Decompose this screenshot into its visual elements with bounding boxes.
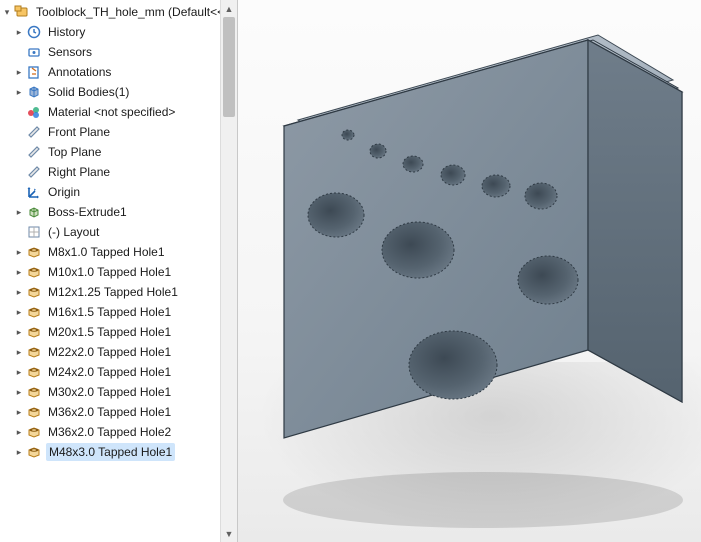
tree-item[interactable]: ▸Origin [2,182,237,202]
expand-icon[interactable]: ▸ [14,67,24,77]
expand-icon[interactable]: ▸ [14,287,24,297]
tree-root-item[interactable]: ▾ Toolblock_TH_hole_mm (Default<<Defa [2,2,237,22]
tree-item[interactable]: ▸Right Plane [2,162,237,182]
tree-item-label: M24x2.0 Tapped Hole1 [48,364,171,380]
tree-item-label: M12x1.25 Tapped Hole1 [48,284,178,300]
expand-icon[interactable]: ▸ [14,87,24,97]
tree-item-label: M16x1.5 Tapped Hole1 [48,304,171,320]
feature-tree-panel: ▾ Toolblock_TH_hole_mm (Default<<Defa ▸ H… [0,0,238,542]
material-icon [26,104,42,120]
tree-item[interactable]: ▸Front Plane [2,122,237,142]
solidbody-icon [26,84,42,100]
tree-item-label: M48x3.0 Tapped Hole1 [49,444,172,460]
scroll-down-icon[interactable]: ▼ [221,525,237,542]
tree-item[interactable]: ▸ Annotations [2,62,237,82]
hole-icon [26,244,42,260]
tree-item-label: M36x2.0 Tapped Hole1 [48,404,171,420]
expand-icon[interactable]: ▸ [14,427,24,437]
tree-root-label: Toolblock_TH_hole_mm (Default<<Defa [36,4,238,20]
expand-icon[interactable]: ▸ [14,347,24,357]
tree-item[interactable]: ▸Sensors [2,42,237,62]
sketch-icon [26,224,42,240]
tree-item[interactable]: ▸ M10x1.0 Tapped Hole1 [2,262,237,282]
tree-item[interactable]: ▸(-) Layout [2,222,237,242]
tree-item-label: (-) Layout [48,224,99,240]
tree-item-label: Annotations [48,64,111,80]
annot-icon [26,64,42,80]
tree-item[interactable]: ▸ Boss-Extrude1 [2,202,237,222]
tree-item[interactable]: ▸Top Plane [2,142,237,162]
tree-item-label: Material <not specified> [48,104,175,120]
expand-icon[interactable]: ▸ [14,207,24,217]
tree-item-label: History [48,24,85,40]
tree-item-label: Solid Bodies(1) [48,84,129,100]
expand-icon[interactable]: ▸ [14,27,24,37]
expand-icon[interactable]: ▸ [14,307,24,317]
tree-item-label: M36x2.0 Tapped Hole2 [48,424,171,440]
scroll-thumb[interactable] [223,17,235,117]
tree-item[interactable]: ▸ M24x2.0 Tapped Hole1 [2,362,237,382]
model-viewport[interactable] [238,0,701,542]
tree-item[interactable]: ▸ M16x1.5 Tapped Hole1 [2,302,237,322]
tree-item[interactable]: ▸ History [2,22,237,42]
history-icon [26,24,42,40]
hole-icon [26,324,42,340]
tree-item-label: Boss-Extrude1 [48,204,127,220]
hole-icon [26,304,42,320]
tree-item-label: Right Plane [48,164,110,180]
expand-icon[interactable]: ▸ [14,247,24,257]
origin-icon [26,184,42,200]
tree-item-label: M22x2.0 Tapped Hole1 [48,344,171,360]
plane-icon [26,164,42,180]
tree-item-label: M20x1.5 Tapped Hole1 [48,324,171,340]
tree-item[interactable]: ▸ M48x3.0 Tapped Hole1 [2,442,237,462]
extrude-icon [26,204,42,220]
collapse-icon[interactable]: ▾ [2,7,12,17]
expand-icon[interactable]: ▸ [14,267,24,277]
tree-item-label: M10x1.0 Tapped Hole1 [48,264,171,280]
hole-icon [26,364,42,380]
tree-item-label: Front Plane [48,124,110,140]
tree-item-label: M8x1.0 Tapped Hole1 [48,244,165,260]
tree-item[interactable]: ▸ M36x2.0 Tapped Hole2 [2,422,237,442]
hole-icon [26,384,42,400]
expand-icon[interactable]: ▸ [14,367,24,377]
tree-item[interactable]: ▸ M12x1.25 Tapped Hole1 [2,282,237,302]
plane-icon [26,144,42,160]
tree-item[interactable]: ▸ Solid Bodies(1) [2,82,237,102]
tree-item[interactable]: ▸Material <not specified> [2,102,237,122]
hole-icon [26,424,42,440]
expand-icon[interactable]: ▸ [14,407,24,417]
expand-icon[interactable]: ▸ [14,387,24,397]
expand-icon[interactable]: ▸ [14,327,24,337]
tree-item[interactable]: ▸ M36x2.0 Tapped Hole1 [2,402,237,422]
tree-scrollbar[interactable]: ▲ ▼ [220,0,237,542]
tree-item-label: Origin [48,184,80,200]
tree-item-label: Top Plane [48,144,101,160]
hole-icon [26,264,42,280]
scroll-up-icon[interactable]: ▲ [221,0,237,17]
tree-item[interactable]: ▸ M20x1.5 Tapped Hole1 [2,322,237,342]
hole-icon [26,404,42,420]
hole-icon [26,284,42,300]
sensors-icon [26,44,42,60]
part-icon [14,4,30,20]
model-3d-block [238,0,701,542]
hole-icon [26,344,42,360]
plane-icon [26,124,42,140]
tree-item[interactable]: ▸ M30x2.0 Tapped Hole1 [2,382,237,402]
app-root: ▾ Toolblock_TH_hole_mm (Default<<Defa ▸ H… [0,0,701,542]
hole-icon [26,444,42,460]
tree-item-label: Sensors [48,44,92,60]
tree-item[interactable]: ▸ M8x1.0 Tapped Hole1 [2,242,237,262]
expand-icon[interactable]: ▸ [14,447,24,457]
tree-item[interactable]: ▸ M22x2.0 Tapped Hole1 [2,342,237,362]
feature-tree[interactable]: ▾ Toolblock_TH_hole_mm (Default<<Defa ▸ H… [0,0,237,462]
tree-item-label: M30x2.0 Tapped Hole1 [48,384,171,400]
